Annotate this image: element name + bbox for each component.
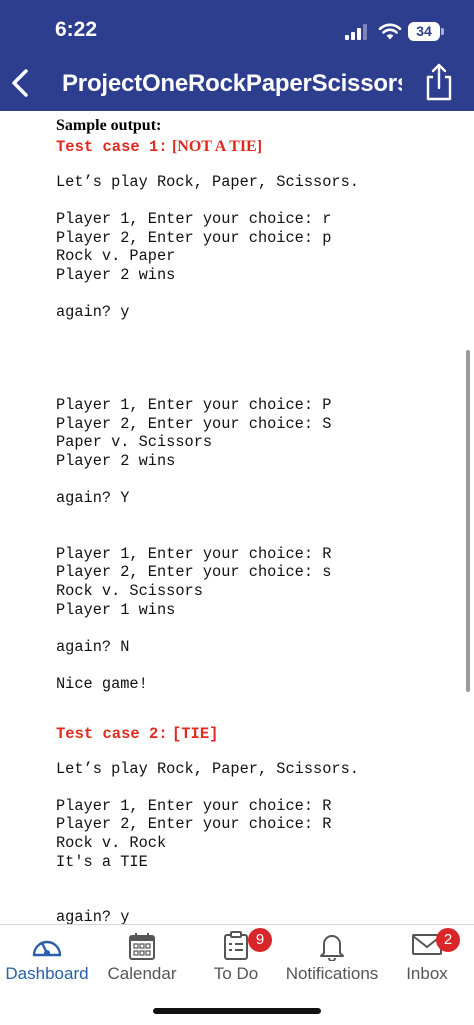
output-line: again? Y	[56, 489, 130, 508]
test-case-1-tag: [NOT A TIE]	[171, 138, 263, 155]
output-line: Rock v. Rock	[56, 834, 167, 852]
todo-icon	[224, 931, 248, 960]
tab-todo-label: To Do	[213, 964, 259, 983]
output-line: again? N	[56, 637, 130, 656]
status-time: 6:22	[55, 18, 98, 41]
inbox-badge: 2	[436, 928, 460, 952]
output-line: Player 1, Enter your choice: R	[56, 796, 332, 815]
app-header: 6:22 34 ProjectOneRockPaperScissors.d...	[0, 0, 474, 111]
chevron-left-icon[interactable]	[6, 66, 36, 100]
test-case-2-label: Test case 2:	[56, 724, 168, 743]
document-viewer[interactable]: Sample output: Test case 1: [NOT A TIE] …	[0, 111, 474, 924]
tab-inbox-label: Inbox	[406, 964, 448, 983]
output-line: Nice game!	[56, 675, 148, 694]
vertical-scrollbar[interactable]	[466, 350, 470, 692]
test-case-2-output: Let’s play Rock, Paper, Scissors. Player…	[56, 760, 456, 924]
test-case-1-heading: Test case 1: [NOT A TIE]	[56, 137, 456, 157]
wifi-icon	[378, 23, 402, 40]
signal-icon	[345, 24, 371, 40]
tab-todo[interactable]: 9 To Do	[190, 925, 282, 995]
output-line: Player 2 wins	[56, 451, 176, 470]
calendar-icon	[129, 933, 155, 960]
document-page: Sample output: Test case 1: [NOT A TIE] …	[56, 115, 456, 924]
home-indicator	[153, 1008, 321, 1014]
output-line: Paper v. Scissors	[56, 433, 213, 452]
battery-tip	[441, 28, 444, 35]
sample-output-heading: Sample output:	[56, 117, 162, 134]
tab-inbox[interactable]: 2 Inbox	[382, 925, 472, 995]
test-case-1-label: Test case 1:	[56, 138, 168, 156]
output-line: Rock v. Scissors	[56, 582, 203, 601]
dashboard-icon	[32, 940, 62, 957]
tab-calendar[interactable]: Calendar	[94, 925, 190, 995]
test-case-2-tag: [TIE]	[171, 724, 219, 743]
output-line: again? y	[56, 908, 130, 924]
output-line: Let’s play Rock, Paper, Scissors.	[56, 173, 359, 191]
todo-badge: 9	[248, 928, 272, 952]
test-case-2-heading: Test case 2: [TIE]	[56, 724, 456, 744]
output-line: Player 1 wins	[56, 600, 176, 619]
output-line: Player 2, Enter your choice: s	[56, 563, 332, 582]
output-line: Let’s play Rock, Paper, Scissors.	[56, 759, 359, 778]
tab-notifications[interactable]: Notifications	[282, 925, 382, 995]
output-line: Player 1, Enter your choice: r	[56, 210, 332, 229]
tab-dashboard[interactable]: Dashboard	[0, 925, 94, 995]
battery-icon: 34	[408, 22, 440, 41]
output-line: Rock v. Paper	[56, 247, 176, 266]
output-line: Player 1, Enter your choice: P	[56, 396, 332, 415]
tab-notifications-label: Notifications	[285, 964, 379, 983]
output-line: It's a TIE	[56, 852, 148, 871]
output-line: Player 2, Enter your choice: S	[56, 414, 332, 433]
tab-dashboard-label: Dashboard	[5, 964, 89, 983]
output-line: Player 2, Enter your choice: p	[56, 228, 332, 247]
output-line: Player 2, Enter your choice: R	[56, 815, 332, 834]
test-case-1-output: Let’s play Rock, Paper, Scissors. Player…	[56, 173, 456, 694]
output-line: Player 1, Enter your choice: R	[56, 544, 332, 563]
tab-calendar-label: Calendar	[107, 964, 177, 983]
document-title: ProjectOneRockPaperScissors.d...	[62, 70, 402, 97]
output-line: again? y	[56, 303, 130, 322]
share-icon[interactable]	[424, 62, 454, 102]
bell-icon	[320, 935, 344, 961]
output-line: Player 2 wins	[56, 265, 176, 284]
